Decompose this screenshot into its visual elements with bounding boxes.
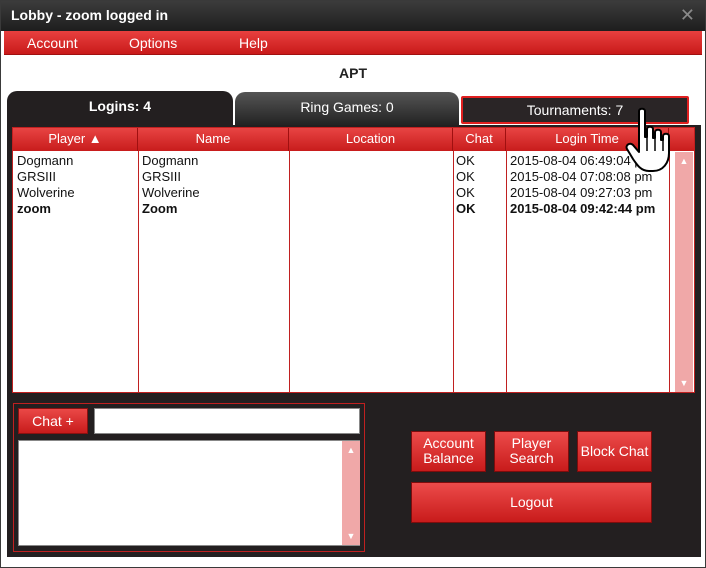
cell-chat: OK xyxy=(456,153,475,168)
chat-log[interactable]: ▲ ▼ xyxy=(18,440,360,546)
player-search-button[interactable]: Player Search xyxy=(494,431,569,472)
cell-player: zoom xyxy=(17,201,51,216)
player-search-label-1: Player xyxy=(511,435,552,451)
table-row[interactable]: Wolverine Wolverine OK 2015-08-04 09:27:… xyxy=(13,185,694,201)
lobby-window: Lobby - zoom logged in ✕ Account Options… xyxy=(0,0,706,568)
title-bar[interactable]: Lobby - zoom logged in ✕ xyxy=(1,1,705,31)
menu-options[interactable]: Options xyxy=(129,35,177,51)
header-location[interactable]: Location xyxy=(289,128,453,151)
table-scrollbar[interactable]: ▲ ▼ xyxy=(675,152,693,392)
arrow-up-icon[interactable]: ▲ xyxy=(342,443,360,457)
cell-name: Zoom xyxy=(142,201,178,216)
app-title: APT xyxy=(339,65,367,81)
cell-login-time: 2015-08-04 09:27:03 pm xyxy=(510,185,653,200)
tab-ring-games[interactable]: Ring Games: 0 xyxy=(235,92,459,125)
header-chat[interactable]: Chat xyxy=(453,128,506,151)
chat-scrollbar[interactable]: ▲ ▼ xyxy=(342,441,360,545)
close-icon[interactable]: ✕ xyxy=(680,5,695,26)
chat-input[interactable] xyxy=(94,408,360,434)
table-row[interactable]: GRSIII GRSIII OK 2015-08-04 07:08:08 pm xyxy=(13,169,694,185)
tab-logins[interactable]: Logins: 4 xyxy=(7,91,233,127)
table-row[interactable]: zoom Zoom OK 2015-08-04 09:42:44 pm xyxy=(13,201,694,217)
menu-help[interactable]: Help xyxy=(239,35,268,51)
header-name[interactable]: Name xyxy=(138,128,289,151)
cell-login-time: 2015-08-04 09:42:44 pm xyxy=(510,201,656,216)
cell-player: Wolverine xyxy=(17,185,75,200)
player-search-label-2: Search xyxy=(509,450,554,466)
block-chat-button[interactable]: Block Chat xyxy=(577,431,652,472)
cell-chat: OK xyxy=(456,201,476,216)
tab-panel: Player ▲ Name Location Chat Login Time D… xyxy=(7,125,701,557)
cell-name: GRSIII xyxy=(142,169,182,184)
cell-chat: OK xyxy=(456,185,475,200)
table-row[interactable]: Dogmann Dogmann OK 2015-08-04 06:49:04 p… xyxy=(13,153,694,169)
account-balance-label-1: Account xyxy=(423,435,474,451)
account-balance-button[interactable]: Account Balance xyxy=(411,431,486,472)
cell-name: Dogmann xyxy=(142,153,199,168)
cell-player: Dogmann xyxy=(17,153,74,168)
arrow-down-icon[interactable]: ▼ xyxy=(675,376,693,390)
menu-bar: Account Options Help xyxy=(4,31,702,55)
arrow-down-icon[interactable]: ▼ xyxy=(342,529,360,543)
logout-button[interactable]: Logout xyxy=(411,482,652,523)
account-balance-label-2: Balance xyxy=(423,450,474,466)
cell-player: GRSIII xyxy=(17,169,57,184)
logins-table: Player ▲ Name Location Chat Login Time D… xyxy=(12,127,695,393)
cell-name: Wolverine xyxy=(142,185,200,200)
menu-account[interactable]: Account xyxy=(27,35,78,51)
header-player[interactable]: Player ▲ xyxy=(13,128,138,151)
arrow-up-icon[interactable]: ▲ xyxy=(675,154,693,168)
hand-pointer-icon xyxy=(625,107,670,172)
table-header: Player ▲ Name Location Chat Login Time xyxy=(13,128,694,151)
chat-plus-button[interactable]: Chat + xyxy=(18,408,88,434)
cell-chat: OK xyxy=(456,169,475,184)
window-title: Lobby - zoom logged in xyxy=(11,7,169,23)
chat-area: Chat + ▲ ▼ xyxy=(13,403,365,552)
